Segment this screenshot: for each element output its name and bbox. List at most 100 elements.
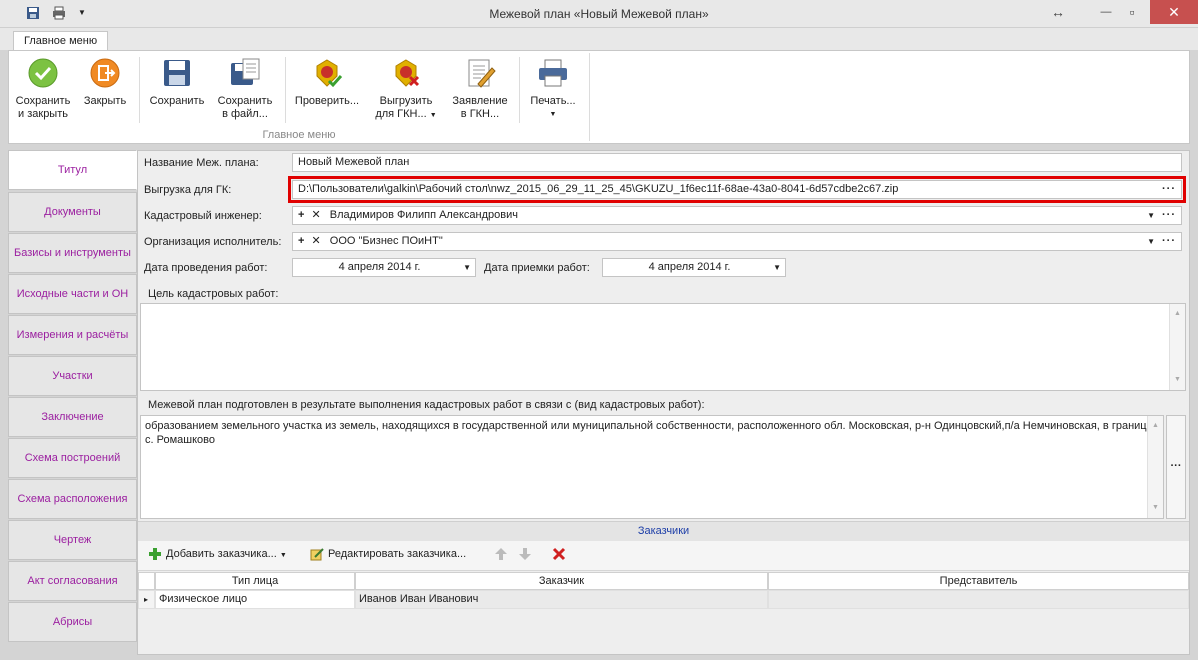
table-row[interactable] [768, 590, 1189, 609]
nav-item-bases[interactable]: Базисы и инструменты [8, 233, 137, 273]
remove-engineer-icon[interactable]: ✕ [312, 209, 321, 221]
window-title: Межевой план «Новый Межевой план» [489, 7, 709, 21]
export-path-input[interactable]: D:\Пользователи\galkin\Рабочий стол\nwz_… [292, 180, 1182, 199]
accept-date-dropdown-icon[interactable]: ▼ [773, 259, 781, 276]
nav-item-source-parts[interactable]: Исходные части и ОН [8, 274, 137, 314]
edit-customer-button[interactable]: Редактировать заказчика... [328, 548, 466, 560]
column-header-type[interactable]: Тип лица [155, 572, 355, 590]
add-engineer-icon[interactable]: + [298, 209, 304, 221]
maximize-button[interactable]: ▫ [1120, 0, 1144, 24]
minimize-button[interactable]: — [1094, 0, 1118, 24]
nav-item-conclusion[interactable]: Заключение [8, 397, 137, 437]
print-label: Печать... [530, 95, 576, 107]
work-date-dropdown-icon[interactable]: ▼ [463, 259, 471, 276]
add-customer-button[interactable]: Добавить заказчика... ▼ [166, 548, 287, 560]
export-gkn-label-1: Выгрузить [379, 95, 433, 107]
print-button[interactable]: Печать... ▼ [523, 57, 583, 121]
close-button[interactable]: Закрыть [79, 57, 131, 108]
export-dropdown-icon[interactable]: ▼ [430, 112, 437, 119]
nav-item-outlines[interactable]: Абрисы [8, 602, 137, 642]
column-header-representative[interactable]: Представитель [768, 572, 1189, 590]
delete-customer-icon[interactable] [552, 547, 566, 564]
export-emblem-icon [390, 57, 422, 89]
org-select[interactable]: + ✕ ООО "Бизнес ПОиНТ" ▼ ··· [292, 232, 1182, 251]
nav-item-title[interactable]: Титул [8, 150, 137, 190]
goal-scrollbar[interactable]: ▲ ▼ [1169, 304, 1185, 390]
org-browse-button[interactable]: ··· [1162, 233, 1176, 250]
row-marker[interactable]: ▸ [138, 590, 155, 609]
main-panel: Название Меж. плана: Новый Межевой план … [137, 150, 1190, 655]
tab-main-menu[interactable]: Главное меню [13, 31, 109, 51]
export-label: Выгрузка для ГК: [144, 184, 232, 196]
goal-textarea[interactable]: ▲ ▼ [140, 303, 1186, 391]
application-gkn-button[interactable]: Заявление в ГКН... [447, 57, 513, 121]
prepared-browse-button[interactable]: ··· [1166, 415, 1186, 519]
work-date-label: Дата проведения работ: [144, 262, 268, 274]
save-to-file-label-1: Сохранить [217, 95, 273, 107]
nav-item-documents[interactable]: Документы [8, 192, 137, 232]
export-gkn-label-2: для ГКН... [375, 108, 427, 120]
row-header-column [138, 572, 155, 590]
nav-item-construction-scheme[interactable]: Схема построений [8, 438, 137, 478]
nav-item-approval-act[interactable]: Акт согласования [8, 561, 137, 601]
prepared-scrollbar[interactable]: ▲ ▼ [1147, 416, 1163, 518]
export-path-text: D:\Пользователи\galkin\Рабочий стол\nwz_… [298, 183, 899, 195]
engineer-browse-button[interactable]: ··· [1162, 207, 1176, 224]
scroll-down-icon[interactable]: ▼ [1174, 373, 1181, 387]
engineer-select[interactable]: + ✕ Владимиров Филипп Александрович ▼ ··… [292, 206, 1182, 225]
print-dropdown-icon[interactable]: ▼ [523, 108, 583, 121]
edit-customer-icon [310, 547, 324, 564]
save-button[interactable]: Сохранить [145, 57, 209, 108]
nav-item-location-scheme[interactable]: Схема расположения [8, 479, 137, 519]
prepared-textarea[interactable]: образованием земельного участка из земел… [140, 415, 1164, 519]
accept-date-label: Дата приемки работ: [484, 262, 590, 274]
title-bar: ▼ Межевой план «Новый Межевой план» ↔ — … [0, 0, 1198, 28]
table-row[interactable]: Физическое лицо [155, 590, 355, 609]
ribbon-separator [139, 57, 140, 123]
save-to-file-icon [229, 57, 261, 89]
nav-item-measurements[interactable]: Измерения и расчёты [8, 315, 137, 355]
nav-item-drawing[interactable]: Чертеж [8, 520, 137, 560]
scroll-up-icon[interactable]: ▲ [1174, 307, 1181, 321]
check-label: Проверить... [294, 95, 360, 107]
export-gkn-button[interactable]: Выгрузить для ГКН... ▼ [369, 57, 443, 122]
save-to-file-button[interactable]: Сохранить в файл... [213, 57, 277, 121]
engineer-dropdown-icon[interactable]: ▼ [1147, 207, 1155, 224]
engineer-value: Владимиров Филипп Александрович [329, 209, 518, 221]
org-dropdown-icon[interactable]: ▼ [1147, 233, 1155, 250]
save-and-close-button[interactable]: Сохранить и закрыть [13, 57, 73, 121]
goal-label: Цель кадастровых работ: [148, 288, 279, 300]
table-row[interactable]: Иванов Иван Иванович [355, 590, 768, 609]
add-customer-icon [148, 547, 162, 564]
add-org-icon[interactable]: + [298, 235, 304, 247]
move-up-icon[interactable] [494, 547, 508, 564]
work-date-picker[interactable]: 4 апреля 2014 г. ▼ [292, 258, 476, 277]
scroll-up-icon[interactable]: ▲ [1152, 419, 1159, 433]
remove-org-icon[interactable]: ✕ [312, 235, 321, 247]
check-button[interactable]: Проверить... [291, 57, 363, 108]
check-emblem-icon [311, 57, 343, 89]
ribbon-tabs: Главное меню [0, 28, 1198, 51]
close-label: Закрыть [83, 95, 127, 107]
nav-item-plots[interactable]: Участки [8, 356, 137, 396]
resize-icon[interactable]: ↔ [1046, 0, 1070, 24]
ribbon-group-divider [589, 53, 590, 141]
customers-toolbar: Добавить заказчика... ▼ Редактировать за… [138, 541, 1189, 571]
customers-title: Заказчики [138, 521, 1189, 541]
accept-date-picker[interactable]: 4 апреля 2014 г. ▼ [602, 258, 786, 277]
prepared-text: образованием земельного участка из земел… [145, 420, 1159, 446]
scroll-down-icon[interactable]: ▼ [1152, 501, 1159, 515]
print-icon [537, 57, 569, 89]
close-window-button[interactable]: ✕ [1150, 0, 1198, 24]
org-value: ООО "Бизнес ПОиНТ" [329, 235, 443, 247]
application-gkn-label-2: в ГКН... [460, 108, 500, 120]
save-and-close-icon [27, 57, 59, 89]
save-and-close-label-1: Сохранить [15, 95, 71, 107]
column-header-customer[interactable]: Заказчик [355, 572, 768, 590]
accept-date-value: 4 апреля 2014 г. [648, 261, 731, 273]
close-icon [89, 57, 121, 89]
move-down-icon[interactable] [518, 547, 532, 564]
browse-export-button[interactable]: ··· [1162, 181, 1176, 198]
ribbon-separator [285, 57, 286, 123]
plan-name-input[interactable]: Новый Межевой план [292, 153, 1182, 172]
